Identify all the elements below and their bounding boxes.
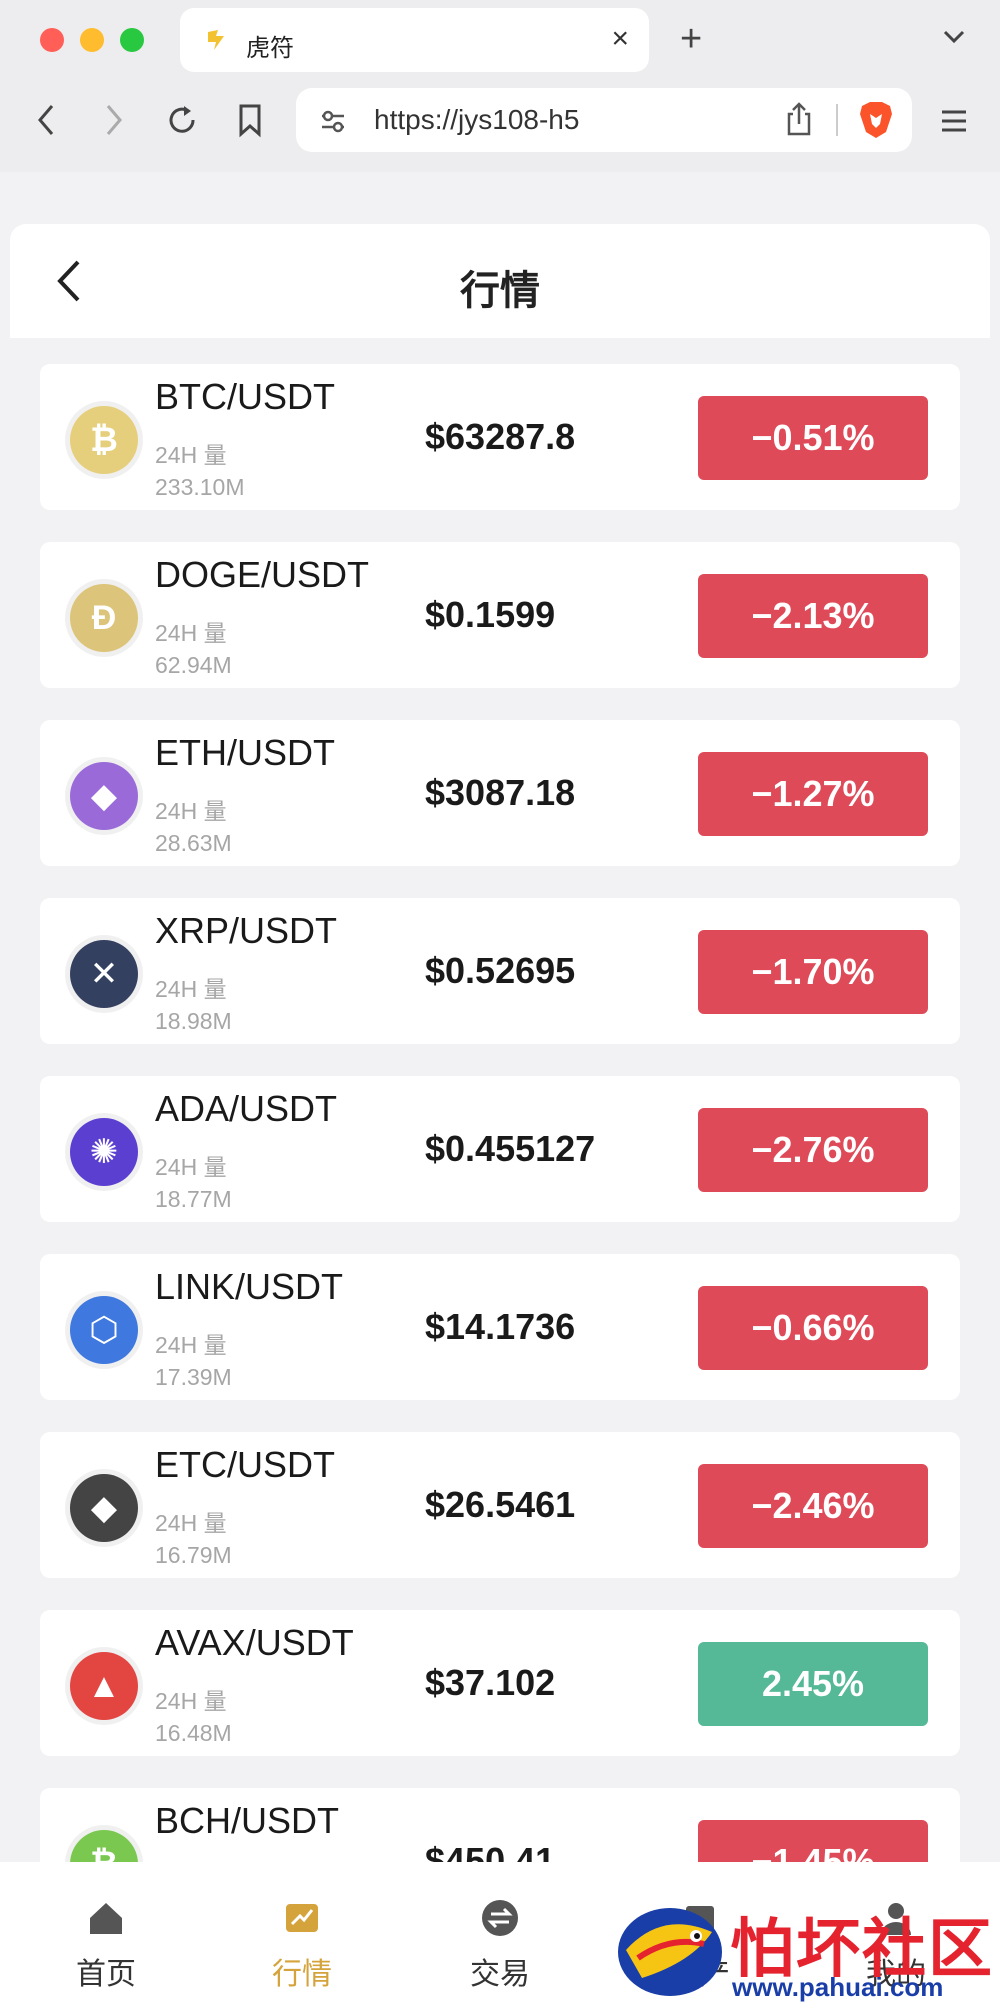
tab-bar: 虎符 × + (0, 0, 1000, 80)
browser-chrome: 虎符 × + https://jys108-h5 (0, 0, 1000, 172)
window-minimize-button[interactable] (80, 28, 104, 52)
address-bar[interactable]: https://jys108-h5 (296, 88, 912, 152)
price: $3087.18 (425, 772, 576, 813)
pair-name: ETH/USDT (155, 732, 335, 773)
xrp-icon: ✕ (70, 940, 138, 1008)
bookmark-icon[interactable] (236, 102, 264, 138)
cardano-icon: ✺ (70, 1118, 138, 1186)
pair-name: DOGE/USDT (155, 554, 370, 595)
price: $0.1599 (425, 594, 556, 635)
volume-label: 24H 量 (155, 1510, 227, 1536)
price: $0.52695 (425, 950, 576, 991)
window-maximize-button[interactable] (120, 28, 144, 52)
change-badge[interactable]: −1.27% (698, 752, 928, 836)
watermark-fish-logo-icon (618, 1908, 722, 1996)
ethereum-icon: ◆ (70, 762, 138, 830)
reload-icon[interactable] (164, 102, 200, 138)
pair-name: BTC/USDT (155, 376, 335, 417)
volume-label: 24H 量 (155, 620, 227, 646)
bitcoin-icon: ₿ (70, 406, 138, 474)
market-row[interactable]: ◆ ETH/USDT 24H 量 28.63M $3087.18 −1.27% (40, 720, 960, 866)
page-header: 行情 (10, 224, 990, 338)
volume-label: 24H 量 (155, 976, 227, 1002)
market-row[interactable]: ✕ XRP/USDT 24H 量 18.98M $0.52695 −1.70% (40, 898, 960, 1044)
volume-label: 24H 量 (155, 1154, 227, 1180)
chevron-down-icon[interactable] (940, 22, 968, 50)
site-logo-icon (208, 30, 224, 50)
navigation-bar: https://jys108-h5 (0, 86, 1000, 156)
browser-tab[interactable]: 虎符 × (180, 8, 649, 72)
volume-value: 233.10M (155, 474, 245, 500)
price: $0.455127 (425, 1128, 596, 1169)
nav-item-market[interactable]: 行情 (232, 1898, 372, 1993)
pair-name: XRP/USDT (155, 910, 338, 951)
avalanche-icon: ▲ (70, 1652, 138, 1720)
price: $63287.8 (425, 416, 576, 457)
market-row[interactable]: ◆ ETC/USDT 24H 量 16.79M $26.5461 −2.46% (40, 1432, 960, 1578)
volume-label: 24H 量 (155, 798, 227, 824)
price: $14.1736 (425, 1306, 576, 1347)
volume-value: 28.63M (155, 830, 232, 856)
volume-value: 17.39M (155, 1364, 232, 1390)
volume-value: 62.94M (155, 652, 232, 678)
chainlink-icon: ⬡ (70, 1296, 138, 1364)
ethereum-classic-icon: ◆ (70, 1474, 138, 1542)
pair-name: BCH/USDT (155, 1800, 340, 1841)
market-row[interactable]: Đ DOGE/USDT 24H 量 62.94M $0.1599 −2.13% (40, 542, 960, 688)
pair-name: ETC/USDT (155, 1444, 335, 1485)
tab-close-icon[interactable]: × (611, 22, 629, 56)
menu-icon[interactable] (940, 108, 968, 134)
volume-value: 16.79M (155, 1542, 232, 1568)
nav-label: 首页 (76, 1958, 136, 1991)
market-row[interactable]: ✺ ADA/USDT 24H 量 18.77M $0.455127 −2.76% (40, 1076, 960, 1222)
tab-title: 虎符 (246, 35, 294, 62)
market-row[interactable]: ▲ AVAX/USDT 24H 量 16.48M $37.102 2.45% (40, 1610, 960, 1756)
change-badge[interactable]: −2.13% (698, 574, 928, 658)
change-badge[interactable]: −1.70% (698, 930, 928, 1014)
watermark: 怕坏社区 www.pahuai.com (612, 1892, 1000, 2004)
brave-lion-icon[interactable] (858, 100, 894, 140)
home-icon (90, 1903, 122, 1934)
new-tab-icon[interactable]: + (680, 18, 702, 61)
url-text: https://jys108-h5 (374, 104, 580, 135)
volume-label: 24H 量 (155, 1688, 227, 1714)
market-row[interactable]: ₿ BTC/USDT 24H 量 233.10M $63287.8 −0.51% (40, 364, 960, 510)
volume-value: 16.48M (155, 1720, 232, 1746)
market-chart-icon (286, 1904, 318, 1932)
watermark-url: www.pahuai.com (732, 1972, 944, 2002)
pair-name: AVAX/USDT (155, 1622, 354, 1663)
nav-label: 交易 (470, 1958, 530, 1991)
change-badge[interactable]: 2.45% (698, 1642, 928, 1726)
volume-value: 18.77M (155, 1186, 232, 1212)
volume-label: 24H 量 (155, 442, 227, 468)
volume-value: 18.98M (155, 1008, 232, 1034)
price: $37.102 (425, 1662, 556, 1703)
share-icon[interactable] (784, 100, 814, 138)
window-close-button[interactable] (40, 28, 64, 52)
price: $26.5461 (425, 1484, 576, 1525)
trade-exchange-icon (482, 1900, 518, 1936)
market-row[interactable]: ⬡ LINK/USDT 24H 量 17.39M $14.1736 −0.66% (40, 1254, 960, 1400)
site-settings-icon[interactable] (318, 106, 348, 136)
pair-name: ADA/USDT (155, 1088, 338, 1129)
change-badge[interactable]: −0.66% (698, 1286, 928, 1370)
back-arrow-icon[interactable] (32, 102, 62, 138)
dogecoin-icon: Đ (70, 584, 138, 652)
page-title: 行情 (460, 269, 540, 313)
nav-item-trade[interactable]: 交易 (430, 1898, 570, 1993)
volume-label: 24H 量 (155, 1332, 227, 1358)
change-badge[interactable]: −2.76% (698, 1108, 928, 1192)
forward-arrow-icon[interactable] (98, 102, 128, 138)
pair-name: LINK/USDT (155, 1266, 344, 1307)
nav-item-home[interactable]: 首页 (36, 1898, 176, 1993)
nav-label: 行情 (272, 1958, 332, 1991)
change-badge[interactable]: −0.51% (698, 396, 928, 480)
change-badge[interactable]: −2.46% (698, 1464, 928, 1548)
